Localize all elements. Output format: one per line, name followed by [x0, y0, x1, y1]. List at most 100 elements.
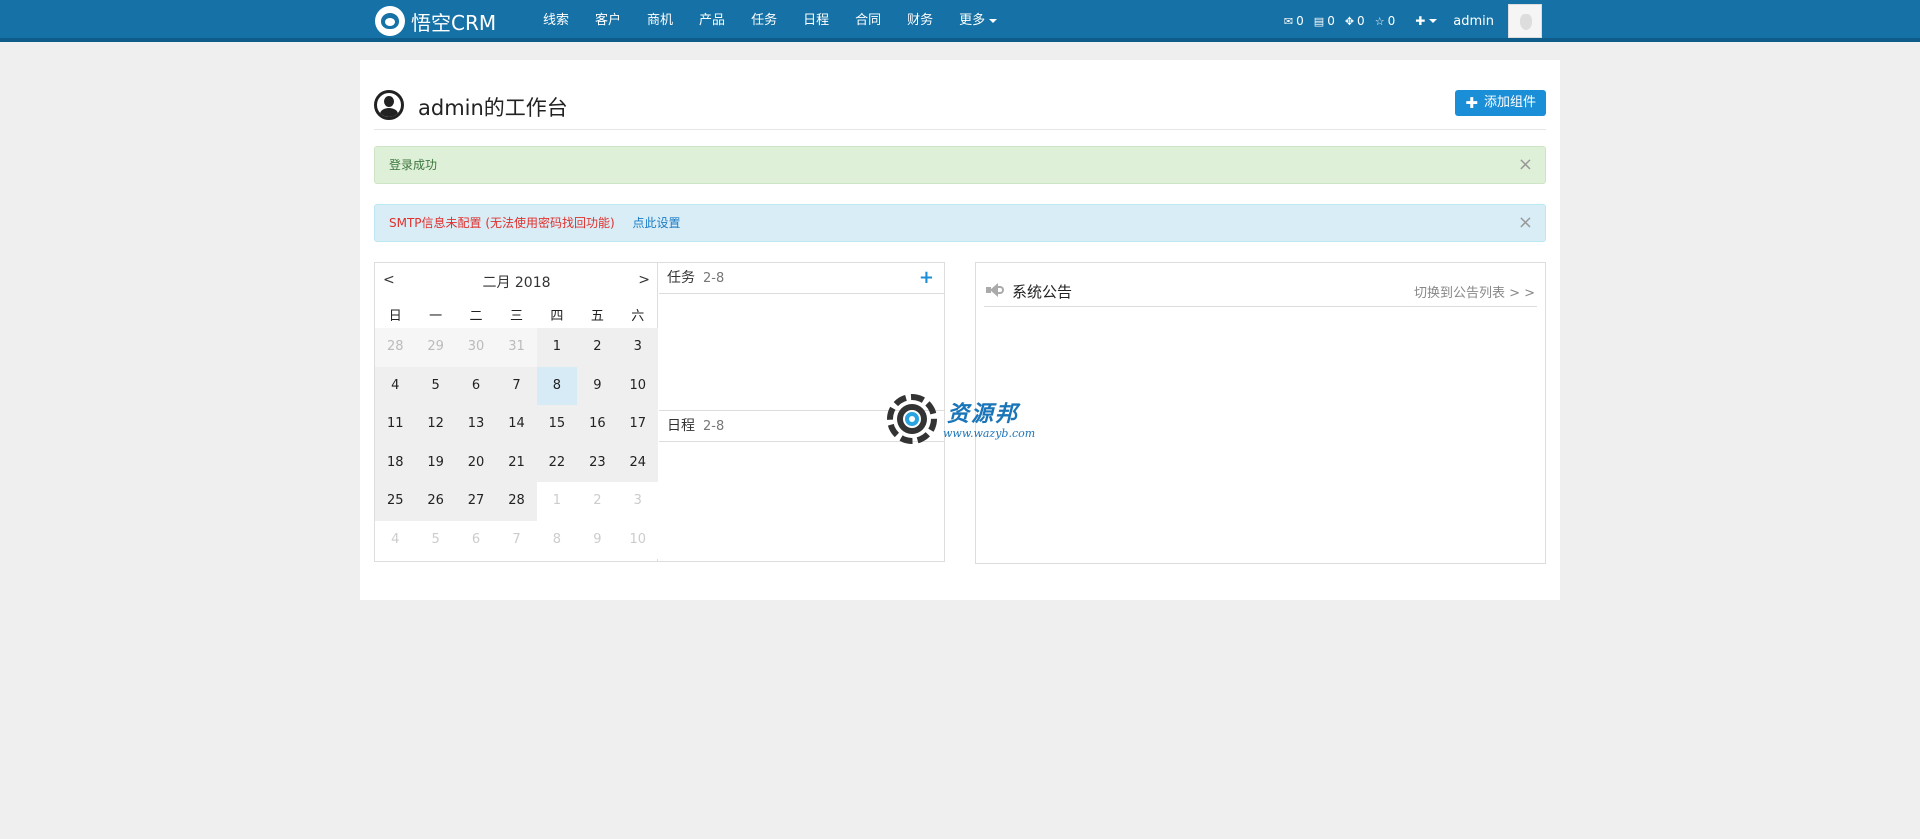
speaker-icon	[986, 283, 1004, 297]
nav-item-leads[interactable]: 线索	[530, 0, 582, 42]
smtp-settings-link[interactable]: 点此设置	[633, 216, 681, 230]
top-navbar: 悟空CRM 线索 客户 商机 产品 任务 日程 合同 财务 更多 ✉ 0 ▤ 0…	[0, 0, 1920, 42]
calendar-day[interactable]: 1	[536, 482, 578, 521]
login-success-alert: 登录成功 ×	[374, 146, 1546, 184]
calendar-weekday: 五	[590, 309, 604, 324]
calendar-day[interactable]: 5	[415, 366, 456, 405]
calendar-day[interactable]: 3	[617, 328, 658, 367]
calendar-day[interactable]: 2	[577, 328, 618, 367]
tasks-header: 任务 2-8 +	[659, 263, 944, 294]
calendar-day[interactable]: 15	[536, 405, 578, 444]
main-nav: 线索 客户 商机 产品 任务 日程 合同 财务 更多	[530, 0, 1010, 42]
caret-down-icon	[989, 18, 998, 23]
close-icon[interactable]: ×	[1518, 205, 1533, 241]
username[interactable]: admin	[1453, 14, 1494, 29]
calendar-next-button[interactable]: >	[638, 272, 650, 288]
calendar-day[interactable]: 7	[496, 366, 537, 405]
calendar-day[interactable]: 26	[415, 482, 456, 521]
calendar-day[interactable]: 24	[617, 443, 658, 482]
calendar-day[interactable]: 25	[375, 482, 416, 521]
alert-success-text: 登录成功	[389, 158, 438, 172]
calendar-day[interactable]: 18	[375, 443, 416, 482]
calendar-day[interactable]: 10	[617, 520, 658, 559]
nav-item-finance[interactable]: 财务	[894, 0, 946, 42]
calendar-day[interactable]: 2	[577, 482, 618, 521]
schedule-label: 日程	[667, 418, 695, 434]
watermark: 资源邦 www.wazyb.com	[885, 392, 1045, 448]
caret-down-icon	[1429, 19, 1438, 23]
close-icon[interactable]: ×	[1518, 147, 1533, 183]
page-title: admin的工作台	[418, 96, 568, 120]
watermark-text: 资源邦	[947, 401, 1020, 427]
nav-item-tasks[interactable]: 任务	[738, 0, 790, 42]
tasks-label: 任务	[667, 270, 695, 286]
calendar: < 二月 2018 > 日一二三四五六 28 29 30 31 1 2 3 4 5 6 7 8 9 10 1…	[375, 263, 658, 561]
messages-counter[interactable]: ✉ 0	[1282, 14, 1306, 28]
calendar-day[interactable]: 9	[577, 520, 618, 559]
calendar-day[interactable]: 3	[617, 482, 658, 521]
calendar-day[interactable]: 27	[455, 482, 497, 521]
plus-icon: ✚	[1465, 94, 1478, 112]
calendar-day[interactable]: 19	[415, 443, 456, 482]
tasks-section: 任务 2-8 +	[659, 263, 944, 410]
calendar-day[interactable]: 22	[536, 443, 578, 482]
move-counter[interactable]: ✥ 0	[1343, 14, 1367, 28]
nav-item-more-label: 更多	[959, 13, 986, 28]
star-counter[interactable]: ☆ 0	[1373, 14, 1398, 28]
brand-name: 悟空CRM	[411, 10, 497, 35]
list-icon: ▤	[1313, 14, 1325, 28]
calendar-day[interactable]: 21	[496, 443, 537, 482]
workbench-container: admin的工作台 ✚ 添加组件 登录成功 × SMTP信息未配置 (无法使用密…	[360, 60, 1560, 600]
calendar-day[interactable]: 6	[455, 366, 497, 405]
add-widget-button[interactable]: ✚ 添加组件	[1455, 90, 1546, 116]
nav-item-customers[interactable]: 客户	[582, 0, 634, 42]
calendar-day[interactable]: 28	[375, 328, 416, 367]
calendar-day[interactable]: 30	[455, 328, 497, 367]
calendar-day[interactable]: 23	[577, 443, 618, 482]
calendar-day-today[interactable]: 8	[536, 366, 578, 405]
star-icon: ☆	[1374, 14, 1385, 28]
calendar-day[interactable]: 4	[375, 366, 416, 405]
calendar-day[interactable]: 20	[455, 443, 497, 482]
brand-logo-link[interactable]: 悟空CRM	[375, 6, 496, 36]
calendar-day[interactable]: 29	[415, 328, 456, 367]
list-counter[interactable]: ▤ 0	[1312, 14, 1337, 28]
switch-to-announcement-list-link[interactable]: 切换到公告列表 > >	[1414, 282, 1535, 301]
calendar-grid: 28 29 30 31 1 2 3 4 5 6 7 8 9 10 11 12 13 14 15 16 17 18 19 20 2…	[375, 328, 658, 559]
calendar-day[interactable]: 8	[536, 520, 578, 559]
quick-add-menu[interactable]: ✚	[1415, 14, 1438, 28]
avatar[interactable]	[1508, 4, 1542, 38]
nav-item-opportunities[interactable]: 商机	[634, 0, 686, 42]
smtp-info-alert: SMTP信息未配置 (无法使用密码找回功能) 点此设置 ×	[374, 204, 1546, 242]
nav-item-schedule[interactable]: 日程	[790, 0, 842, 42]
calendar-weekday: 一	[429, 309, 443, 324]
calendar-day[interactable]: 5	[415, 520, 456, 559]
nav-item-more[interactable]: 更多	[946, 0, 1010, 42]
calendar-day[interactable]: 13	[455, 405, 497, 444]
calendar-day[interactable]: 31	[496, 328, 537, 367]
nav-item-products[interactable]: 产品	[686, 0, 738, 42]
calendar-day[interactable]: 4	[375, 520, 416, 559]
calendar-weekdays: 日一二三四五六	[375, 305, 658, 324]
announcement-title: 系统公告	[1012, 283, 1073, 301]
add-task-button[interactable]: +	[919, 263, 934, 293]
calendar-month-title: 二月 2018	[482, 275, 551, 291]
calendar-day[interactable]: 7	[496, 520, 537, 559]
calendar-day[interactable]: 10	[617, 366, 658, 405]
nav-item-contracts[interactable]: 合同	[842, 0, 894, 42]
watermark-url: www.wazyb.com	[943, 427, 1036, 440]
calendar-day[interactable]: 11	[375, 405, 416, 444]
calendar-day[interactable]: 17	[617, 405, 658, 444]
calendar-day[interactable]: 9	[577, 366, 618, 405]
calendar-day[interactable]: 6	[455, 520, 497, 559]
calendar-weekday: 四	[550, 309, 564, 324]
calendar-day[interactable]: 1	[536, 328, 578, 367]
calendar-day[interactable]: 16	[577, 405, 618, 444]
list-count: 0	[1327, 14, 1335, 28]
calendar-day[interactable]: 14	[496, 405, 537, 444]
add-widget-label: 添加组件	[1483, 95, 1536, 110]
navbar-right: ✉ 0 ▤ 0 ✥ 0 ☆ 0 ✚ admin	[1282, 0, 1542, 42]
calendar-day[interactable]: 12	[415, 405, 456, 444]
announcement-header: 系统公告 切换到公告列表 > >	[984, 273, 1537, 307]
calendar-day[interactable]: 28	[496, 482, 537, 521]
